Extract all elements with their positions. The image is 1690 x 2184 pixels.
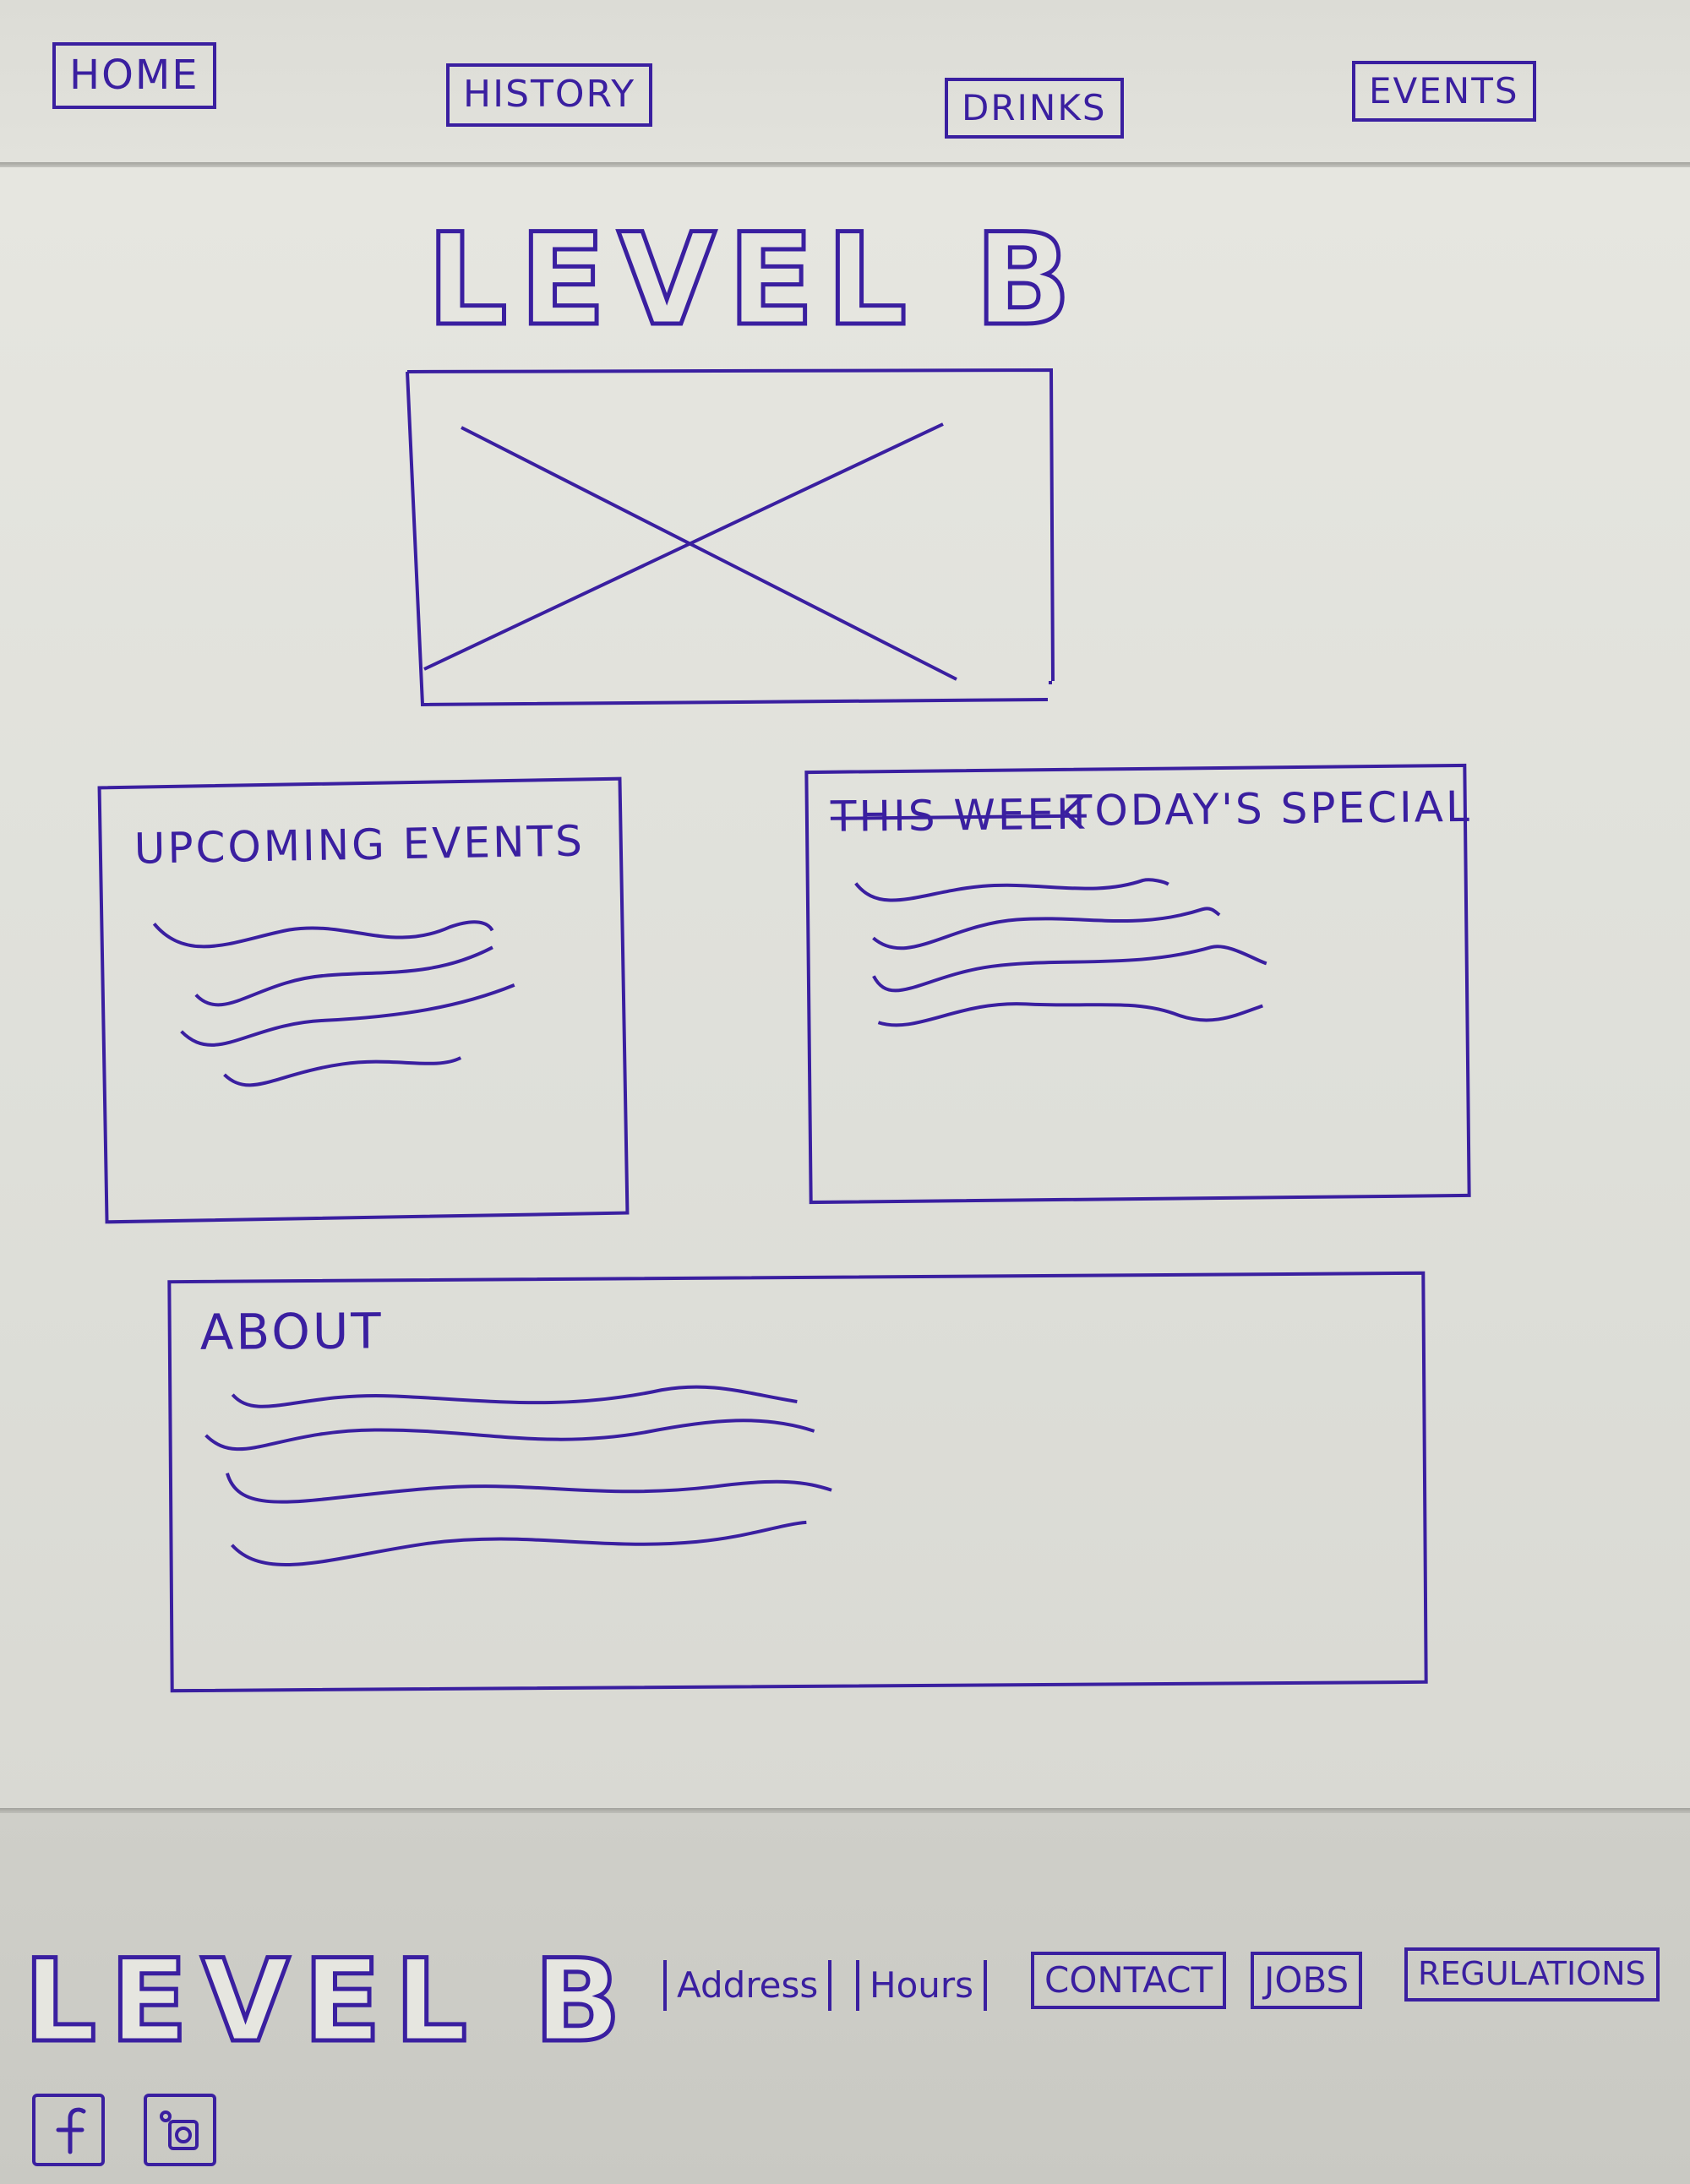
paper-edge	[0, 162, 1690, 167]
nav-drinks[interactable]: DRINKS	[945, 78, 1124, 139]
todays-special-panel[interactable]: THIS WEEK TODAY'S SPECIAL	[804, 763, 1473, 1205]
todays-special-title: TODAY'S SPECIAL	[1066, 782, 1473, 836]
nav-home[interactable]: HOME	[52, 42, 216, 110]
image-placeholder-icon	[406, 368, 1055, 707]
footer-regulations-link[interactable]: REGULATIONS	[1404, 1947, 1660, 2002]
text-placeholder-lines	[854, 878, 1268, 1027]
site-logo[interactable]: LEVEL B	[425, 205, 1083, 357]
footer-contact-link[interactable]: CONTACT	[1031, 1952, 1227, 2010]
footer-jobs-link[interactable]: JOBS	[1251, 1952, 1363, 2010]
struck-heading: THIS WEEK	[830, 789, 1088, 841]
about-panel[interactable]: ABOUT	[167, 1271, 1428, 1693]
hero-image	[404, 368, 1055, 707]
footer-address-link[interactable]: Address	[663, 1960, 832, 2012]
text-placeholder-lines	[204, 1385, 832, 1566]
nav-history[interactable]: HISTORY	[446, 63, 653, 127]
footer-logo[interactable]: LEVEL B	[22, 1933, 635, 2070]
instagram-link[interactable]	[144, 2094, 216, 2166]
upcoming-events-title: UPCOMING EVENTS	[134, 816, 586, 874]
instagram-icon	[160, 2110, 199, 2150]
about-title: ABOUT	[199, 1302, 384, 1361]
upcoming-events-panel[interactable]: UPCOMING EVENTS	[97, 776, 630, 1224]
text-placeholder-lines	[152, 920, 515, 1087]
nav-events[interactable]: EVENTS	[1352, 61, 1536, 123]
facebook-icon	[56, 2107, 86, 2154]
footer-hours-link[interactable]: Hours	[856, 1960, 988, 2012]
paper-edge	[0, 1808, 1690, 1813]
facebook-link[interactable]	[32, 2094, 105, 2166]
